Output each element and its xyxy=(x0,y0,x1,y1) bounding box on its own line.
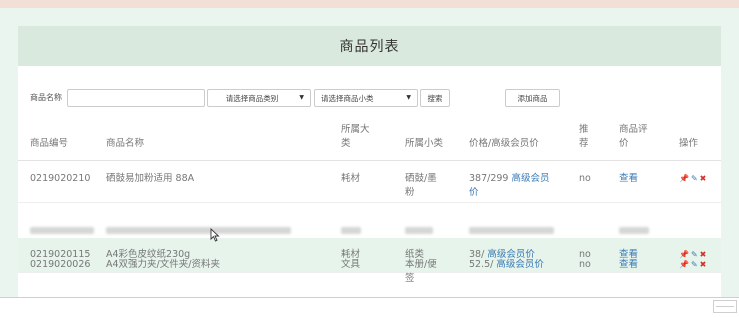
close-icon[interactable]: ✖ xyxy=(700,260,707,270)
member-price-link[interactable]: 高级会员价 xyxy=(496,259,544,270)
cell-price: 52.5/ 高级会员价 xyxy=(469,258,544,272)
view-review-link[interactable]: 查看 xyxy=(619,258,638,272)
cell-subcategory-line2: 签 xyxy=(405,273,415,284)
scrollbar-toggle[interactable] xyxy=(713,300,737,313)
cell-category: 文具 xyxy=(341,259,361,270)
top-strip xyxy=(0,0,739,8)
cell-code: 0219020026 xyxy=(30,259,91,270)
pencil-icon[interactable]: ✎ xyxy=(691,260,698,270)
cell-subcategory-line1: 本册/便 xyxy=(405,259,437,270)
cell-recommend: no xyxy=(579,259,591,270)
row3-layer: 0219020026 A4双强力夹/文件夹/资料夹 文具 本册/便 签 52.5… xyxy=(18,26,721,298)
divider xyxy=(0,297,739,298)
cell-name: A4双强力夹/文件夹/资料夹 xyxy=(106,259,220,270)
mouse-cursor-icon xyxy=(210,228,220,242)
row-actions: 📌 ✎ ✖ xyxy=(679,260,706,270)
price-value: 52.5/ xyxy=(469,259,497,270)
thumbtack-icon[interactable]: 📌 xyxy=(679,260,689,270)
